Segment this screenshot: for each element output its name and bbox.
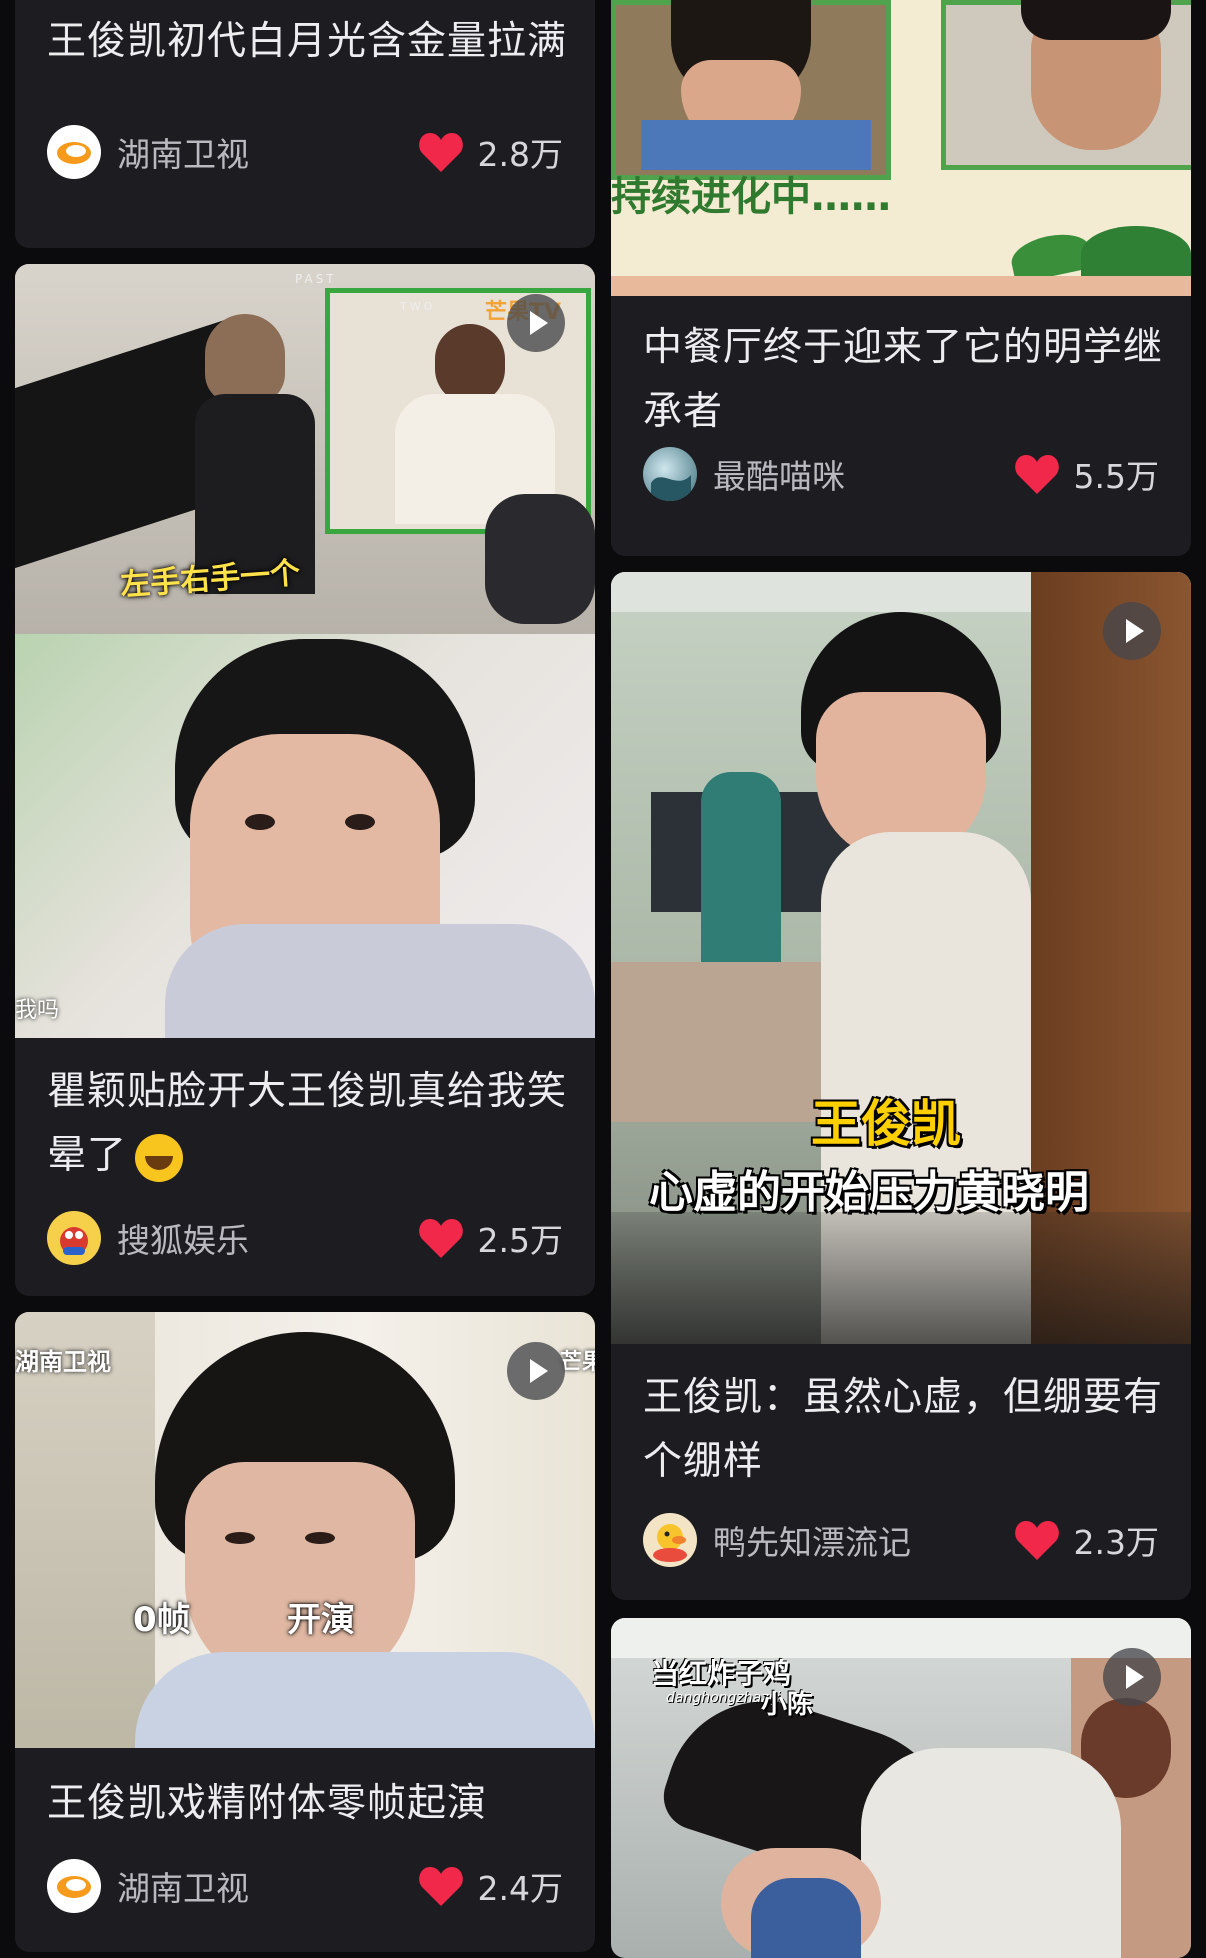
video-edge-text: 我吗 [15, 998, 60, 1023]
card-author[interactable]: 搜狐娱乐 [117, 1214, 418, 1262]
play-icon[interactable] [507, 294, 565, 352]
cat-avatar-icon[interactable] [643, 447, 697, 501]
feed-card-6[interactable]: 当红炸子鸡 danghongzhaziji 小陈 [611, 1618, 1191, 1958]
card-meta: 最酷喵咪 5.5万 [643, 446, 1159, 502]
video-caption-top: 王俊凯 [811, 1095, 961, 1153]
feed-card-3[interactable]: 湖南卫视 芒果 0帧 开演 王俊凯戏精附体零帧起演 湖南卫视 2.4万 [15, 1312, 595, 1952]
video-caption-left: 0帧 [133, 1600, 191, 1640]
card-title-text: 瞿颖贴脸开大王俊凯真给我笑晕了 [47, 1069, 568, 1178]
video-thumbnail[interactable]: 芒果TV PAST TWO 左手右手一个 我吗 [15, 264, 595, 1038]
card-meta: 湖南卫视 2.8万 [47, 124, 563, 180]
like-count: 5.5万 [1073, 457, 1159, 496]
card-author[interactable]: 湖南卫视 [117, 128, 418, 176]
card-author[interactable]: 鸭先知漂流记 [713, 1516, 1014, 1564]
duck-avatar-icon[interactable] [643, 1513, 697, 1567]
like-button[interactable]: 5.5万 [1014, 450, 1159, 498]
card-meta: 搜狐娱乐 2.5万 [47, 1210, 563, 1266]
play-icon[interactable] [1103, 602, 1161, 660]
video-corner-text: PAST [295, 272, 337, 286]
card-title: 王俊凯初代白月光含金量拉满 [47, 19, 568, 64]
heart-icon [418, 133, 463, 172]
like-button[interactable]: 2.8万 [418, 128, 563, 176]
card-meta: 湖南卫视 2.4万 [47, 1858, 563, 1914]
like-count: 2.3万 [1073, 1523, 1159, 1562]
like-count: 2.8万 [477, 135, 563, 174]
hunan-tv-logo-icon[interactable] [47, 1859, 101, 1913]
card-title: 王俊凯戏精附体零帧起演 [47, 1781, 488, 1826]
like-button[interactable]: 2.3万 [1014, 1516, 1159, 1564]
card-title: 瞿颖贴脸开大王俊凯真给我笑晕了 [47, 1060, 571, 1188]
heart-icon [1014, 1521, 1059, 1560]
hunan-tv-logo-icon[interactable] [47, 125, 101, 179]
like-count: 2.4万 [477, 1869, 563, 1908]
like-count: 2.5万 [477, 1221, 563, 1260]
feed-card-2[interactable]: 芒果TV PAST TWO 左手右手一个 我吗 瞿颖贴脸开大王俊凯真给我笑晕了 … [15, 264, 595, 1296]
video-caption: 持续进化中…… [611, 174, 891, 220]
video-corner-text-2: TWO [400, 300, 436, 313]
laughing-emoji-icon [135, 1133, 184, 1182]
card-author[interactable]: 最酷喵咪 [713, 450, 1014, 498]
video-watermark: 湖南卫视 [15, 1348, 111, 1376]
video-thumbnail[interactable]: 湖南卫视 芒果 0帧 开演 [15, 1312, 595, 1748]
sohu-avatar-icon[interactable] [47, 1211, 101, 1265]
card-title: 王俊凯：虽然心虚，但绷要有个绷样 [643, 1375, 1164, 1484]
video-watermark-right: 芒果 [560, 1350, 595, 1375]
card-meta: 鸭先知漂流记 2.3万 [643, 1512, 1159, 1568]
video-thumbnail[interactable]: 当红炸子鸡 danghongzhaziji 小陈 [611, 1618, 1191, 1958]
video-caption-right: 开演 [287, 1600, 355, 1640]
play-icon[interactable] [507, 1342, 565, 1400]
like-button[interactable]: 2.4万 [418, 1862, 563, 1910]
heart-icon [1014, 455, 1059, 494]
card-title: 中餐厅终于迎来了它的明学继承者 [643, 325, 1164, 434]
heart-icon [418, 1867, 463, 1906]
video-caption-name: 小陈 [761, 1690, 814, 1720]
feed-card-1[interactable]: 王俊凯初代白月光含金量拉满 湖南卫视 2.8万 [15, 0, 595, 248]
video-thumbnail[interactable]: 持续进化中…… [611, 0, 1191, 296]
card-author[interactable]: 湖南卫视 [117, 1862, 418, 1910]
play-icon[interactable] [1103, 1648, 1161, 1706]
heart-icon [418, 1219, 463, 1258]
like-button[interactable]: 2.5万 [418, 1214, 563, 1262]
video-thumbnail[interactable]: 王俊凯 心虚的开始压力黄晓明 [611, 572, 1191, 1344]
feed-card-5[interactable]: 王俊凯 心虚的开始压力黄晓明 王俊凯：虽然心虚，但绷要有个绷样 鸭先知漂流记 2… [611, 572, 1191, 1600]
feed-card-4[interactable]: 持续进化中…… 中餐厅终于迎来了它的明学继承者 最酷喵咪 5.5万 [611, 0, 1191, 556]
video-caption-bottom: 心虚的开始压力黄晓明 [649, 1167, 1089, 1218]
